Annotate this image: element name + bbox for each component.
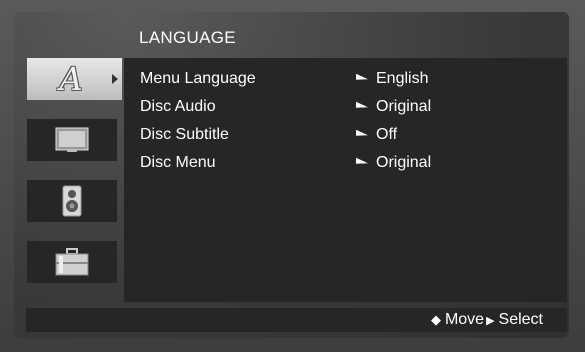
option-disc-menu-label[interactable]: Disc Menu [140,152,216,174]
tab-audio[interactable] [27,180,117,222]
option-disc-audio-label[interactable]: Disc Audio [140,96,216,118]
move-hint: Move [444,311,485,328]
status-bar: ◆ Move ▶ Select [26,308,567,332]
speaker-icon [62,185,82,217]
value-pointer-icon [356,124,368,146]
tv-icon [55,127,89,152]
value-pointer-icon [356,68,368,90]
tab-language[interactable]: A [27,58,122,100]
option-menu-language-label[interactable]: Menu Language [140,68,256,90]
option-disc-menu-value[interactable]: Original [376,152,431,174]
status-hints: ◆ Move ▶ Select [431,308,543,332]
osd-screen: LANGUAGE A Menu Language English Disc Au… [14,12,569,338]
tab-selected-arrow-icon [112,74,118,84]
value-pointer-icon [356,96,368,118]
option-disc-subtitle-value[interactable]: Off [376,124,397,146]
option-disc-audio-value[interactable]: Original [376,96,431,118]
option-menu-language-value[interactable]: English [376,68,428,90]
tab-others[interactable] [27,241,117,283]
menu-title: LANGUAGE [139,28,236,47]
tab-display[interactable] [27,119,117,161]
language-a-icon: A [59,60,83,98]
value-pointer-icon [356,152,368,174]
options-panel [124,58,567,302]
up-down-arrows-icon: ◆ [430,312,441,327]
select-hint: Select [498,311,543,328]
play-arrow-icon: ▶ [486,315,495,327]
toolbox-icon [55,248,89,276]
option-disc-subtitle-label[interactable]: Disc Subtitle [140,124,229,146]
